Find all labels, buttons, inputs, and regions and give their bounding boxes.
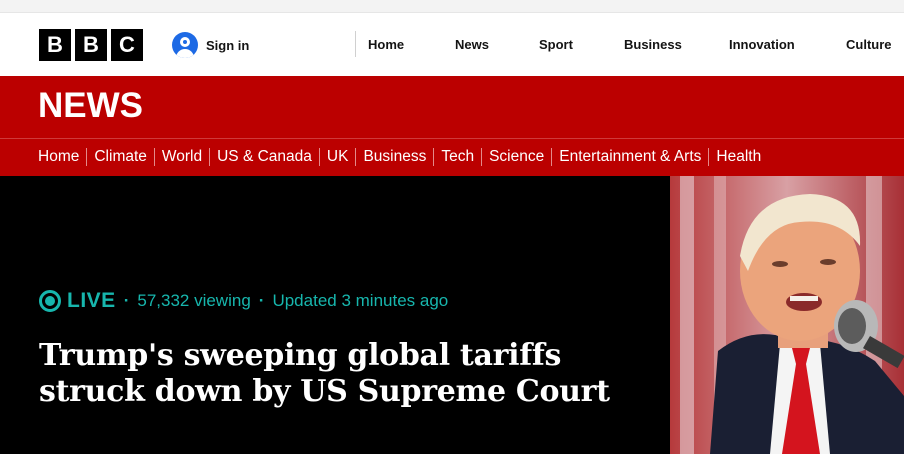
section-nav-home[interactable]: Home: [38, 148, 79, 166]
updated-time: Updated 3 minutes ago: [272, 291, 449, 310]
section-nav-entertainment-arts[interactable]: Entertainment & Arts: [559, 148, 701, 166]
hero-headline[interactable]: Trump's sweeping global tariffs struck d…: [39, 338, 659, 410]
nav-divider: [318, 148, 320, 166]
nav-divider: [153, 148, 155, 166]
nav-divider: [209, 148, 211, 166]
logo-letter: B: [39, 29, 71, 61]
section-nav-business[interactable]: Business: [363, 148, 426, 166]
bbc-logo[interactable]: B B C: [39, 29, 143, 61]
nav-divider: [551, 148, 553, 166]
header-divider: [355, 31, 356, 57]
nav-divider: [86, 148, 88, 166]
news-banner: NEWS: [0, 76, 904, 138]
section-nav-uk[interactable]: UK: [327, 148, 349, 166]
global-nav: Home News Sport Business Innovation Cult…: [368, 37, 892, 52]
global-nav-home[interactable]: Home: [368, 37, 455, 52]
separator-dot: ·: [258, 291, 265, 310]
nav-divider: [708, 148, 710, 166]
hero-story[interactable]: LIVE · 57,332 viewing · Updated 3 minute…: [0, 176, 904, 454]
global-nav-business[interactable]: Business: [624, 37, 729, 52]
global-nav-news[interactable]: News: [455, 37, 539, 52]
live-label: LIVE: [67, 289, 116, 312]
global-nav-sport[interactable]: Sport: [539, 37, 624, 52]
user-avatar-icon: [172, 32, 198, 58]
signin-label: Sign in: [206, 37, 250, 53]
section-nav-health[interactable]: Health: [716, 148, 761, 166]
browser-strip: [0, 0, 904, 13]
section-nav-world[interactable]: World: [162, 148, 202, 166]
signin-button[interactable]: Sign in: [172, 32, 249, 58]
nav-divider: [481, 148, 483, 166]
section-title[interactable]: NEWS: [38, 86, 143, 126]
global-nav-innovation[interactable]: Innovation: [729, 37, 846, 52]
section-nav-science[interactable]: Science: [489, 148, 544, 166]
section-nav-tech[interactable]: Tech: [441, 148, 474, 166]
nav-divider: [355, 148, 357, 166]
section-nav-climate[interactable]: Climate: [94, 148, 147, 166]
live-status: LIVE · 57,332 viewing · Updated 3 minute…: [39, 289, 448, 313]
section-nav-us-canada[interactable]: US & Canada: [217, 148, 312, 166]
hero-photo[interactable]: [670, 176, 904, 454]
global-nav-culture[interactable]: Culture: [846, 37, 892, 52]
hero-photo-image: [670, 176, 904, 454]
global-header: B B C Sign in Home News Sport Business I…: [0, 13, 904, 76]
nav-divider: [433, 148, 435, 166]
logo-letter: C: [111, 29, 143, 61]
separator-dot: ·: [123, 291, 130, 310]
section-nav: Home Climate World US & Canada UK Busine…: [0, 139, 904, 176]
logo-letter: B: [75, 29, 107, 61]
live-indicator-icon: [39, 290, 61, 312]
viewer-count: 57,332 viewing: [137, 291, 251, 310]
